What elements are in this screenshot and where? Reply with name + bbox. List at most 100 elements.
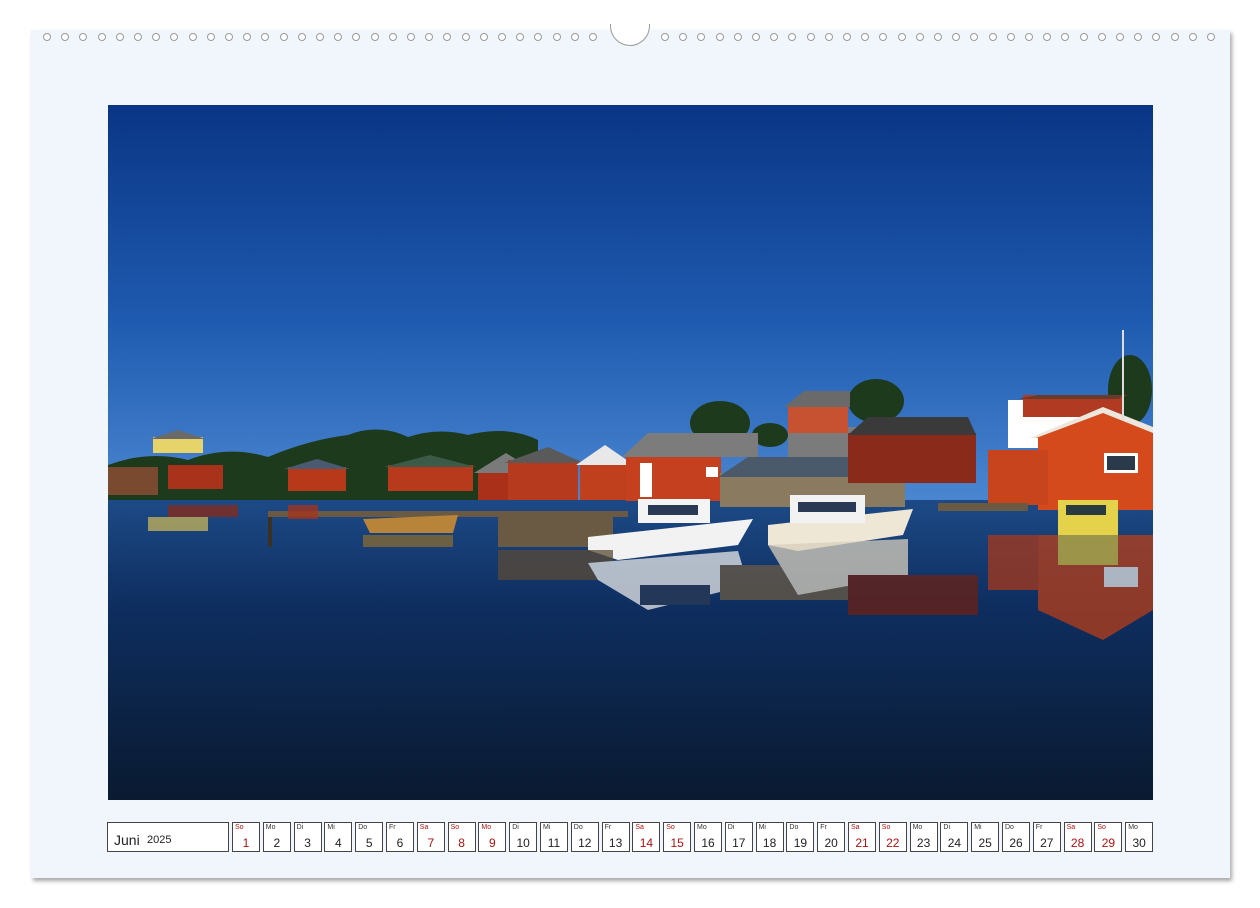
day-cell: Do 26 <box>1002 822 1030 852</box>
binding-hole <box>1043 33 1052 41</box>
binding-hole <box>770 33 779 41</box>
binding-hole <box>334 33 343 41</box>
binding-hole <box>715 33 724 41</box>
binding-hole <box>498 33 506 41</box>
day-number: 3 <box>304 836 311 850</box>
day-abbreviation: Mo <box>265 824 276 831</box>
day-abbreviation: Sa <box>635 824 644 831</box>
day-cell: Mo 9 <box>478 822 507 852</box>
day-number: 12 <box>578 836 592 850</box>
binding-hole <box>1006 33 1015 41</box>
binding-hole <box>824 33 833 41</box>
day-abbreviation: Mo <box>697 824 707 831</box>
binding-hole <box>388 33 397 41</box>
day-cell: So 1 <box>232 822 260 852</box>
day-cell: Mo 23 <box>909 822 938 852</box>
day-abbreviation: Mi <box>974 824 982 831</box>
binding-hole <box>661 33 669 41</box>
day-cell: Sa 28 <box>1063 822 1092 852</box>
binding-hole <box>806 33 815 41</box>
day-abbreviation: So <box>881 824 891 831</box>
day-abbreviation: Fr <box>389 824 396 831</box>
day-number: 16 <box>701 836 715 850</box>
binding-hole <box>225 33 233 41</box>
binding-hole <box>1152 33 1161 41</box>
day-abbreviation: Sa <box>851 824 860 831</box>
binding-hole <box>152 33 161 41</box>
day-number: 15 <box>670 836 684 850</box>
day-abbreviation: So <box>1097 824 1106 831</box>
binding-hole <box>461 33 470 41</box>
day-cell: Sa 7 <box>416 822 445 852</box>
binding-hole <box>79 33 88 41</box>
binding-hole <box>243 33 252 41</box>
binding-hole <box>534 33 543 41</box>
hanger-notch <box>610 24 650 46</box>
day-abbreviation: Fr <box>604 824 612 831</box>
day-cell: Mi 11 <box>540 822 568 852</box>
binding-hole <box>61 33 70 41</box>
day-cell: Do 5 <box>355 822 384 852</box>
binding-hole <box>370 33 379 41</box>
month-photo <box>108 105 1153 800</box>
binding-hole <box>879 33 888 41</box>
day-cell: Sa 21 <box>848 822 876 852</box>
day-cell: So 15 <box>663 822 692 852</box>
day-abbreviation: Mo <box>1128 824 1138 831</box>
day-number: 30 <box>1132 836 1146 850</box>
day-abbreviation: Fr <box>820 824 827 831</box>
binding-hole <box>861 33 870 41</box>
binding-hole <box>1025 33 1033 41</box>
binding-hole <box>206 33 215 41</box>
binding-hole <box>1134 33 1143 41</box>
day-number: 7 <box>427 836 435 850</box>
day-cell: Mo 2 <box>262 822 291 852</box>
binding-hole <box>1188 33 1197 41</box>
binding-hole <box>479 33 488 41</box>
day-abbreviation: Di <box>296 824 304 831</box>
binding-hole <box>752 33 760 41</box>
binding-hole <box>679 33 688 41</box>
day-abbreviation: Do <box>789 824 799 831</box>
binding-hole <box>1079 33 1088 41</box>
binding-hole <box>570 33 579 41</box>
month-label-box: Juni 2025 <box>107 822 229 852</box>
day-abbreviation: Di <box>727 824 735 831</box>
day-abbreviation: Mi <box>758 824 766 831</box>
day-abbreviation: Mi <box>543 824 551 831</box>
day-number: 27 <box>1040 836 1054 850</box>
day-number: 14 <box>639 836 654 850</box>
binding-hole <box>516 33 525 41</box>
binding-hole <box>1170 33 1179 41</box>
day-cell: Mi 25 <box>971 822 1000 852</box>
binding-hole <box>279 33 288 41</box>
day-cell: Mo 16 <box>694 822 722 852</box>
day-cell: So 8 <box>447 822 476 852</box>
day-cell: Di 10 <box>509 822 538 852</box>
binding-hole <box>43 33 51 41</box>
day-cell: So 29 <box>1094 822 1123 852</box>
day-number: 26 <box>1009 836 1023 850</box>
day-number: 22 <box>886 836 900 850</box>
day-number: 5 <box>365 836 373 850</box>
binding-hole <box>733 33 742 41</box>
day-cell: Di 17 <box>724 822 753 852</box>
day-cell: Fr 20 <box>817 822 846 852</box>
binding-hole <box>843 33 851 41</box>
day-number: 17 <box>732 836 746 850</box>
harbour-scene <box>108 105 1153 800</box>
binding-hole <box>443 33 452 41</box>
day-number: 6 <box>396 836 404 850</box>
day-number: 10 <box>516 836 530 850</box>
day-abbreviation: So <box>235 824 244 831</box>
month-name: Juni <box>114 832 140 848</box>
day-abbreviation: Fr <box>1035 824 1043 831</box>
binding-hole <box>589 33 597 41</box>
binding-hole <box>970 33 979 41</box>
day-cell: Fr 27 <box>1032 822 1061 852</box>
binding-hole <box>316 33 324 41</box>
binding-hole <box>115 33 124 41</box>
sky <box>108 105 1153 500</box>
day-number: 1 <box>242 836 250 850</box>
day-abbreviation: Di <box>512 824 519 831</box>
